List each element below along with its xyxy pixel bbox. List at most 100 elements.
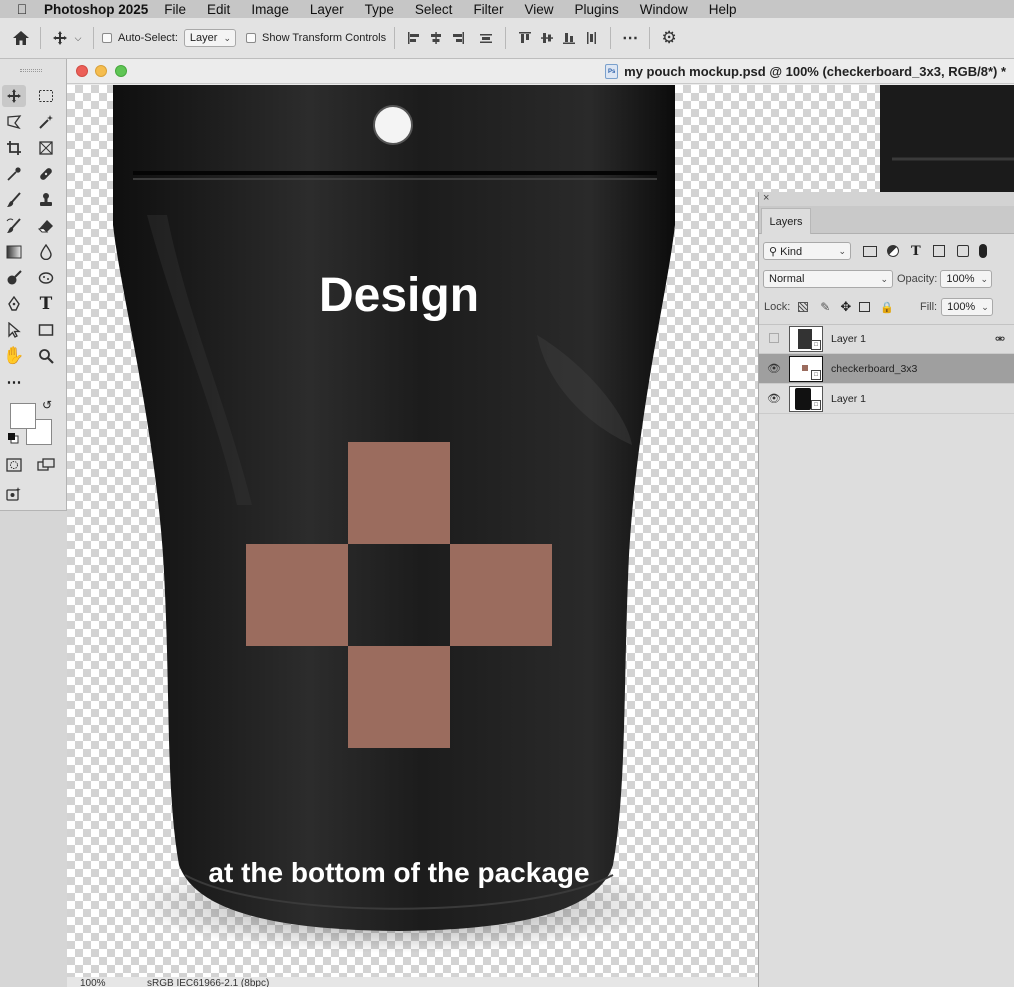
layer-row[interactable]: 👁 □ Layer 1 bbox=[759, 384, 1014, 414]
filter-kind-dropdown[interactable]: ⚲ Kind ⌄ bbox=[763, 242, 851, 260]
menu-type[interactable]: Type bbox=[365, 2, 394, 17]
eye-icon[interactable]: 👁 bbox=[759, 362, 789, 375]
type-tool-icon[interactable]: T bbox=[34, 293, 58, 315]
screen-mode-icon[interactable] bbox=[34, 454, 58, 476]
foreground-color-swatch[interactable] bbox=[10, 403, 36, 429]
document-title-bar[interactable]: Ps my pouch mockup.psd @ 100% (checkerbo… bbox=[67, 59, 1014, 84]
lock-artboard-icon[interactable] bbox=[859, 302, 871, 312]
lock-label: Lock: bbox=[764, 301, 791, 313]
layer-name: checkerboard_3x3 bbox=[831, 362, 918, 375]
pattern-square-bottom bbox=[348, 646, 450, 748]
lock-transparent-icon[interactable] bbox=[798, 302, 809, 312]
pouch-hang-hole bbox=[373, 105, 413, 145]
rectangle-tool-icon[interactable] bbox=[34, 319, 58, 341]
chevron-down-icon: ⌄ bbox=[981, 301, 989, 312]
hand-tool-icon[interactable]: ✋ bbox=[2, 345, 26, 367]
opacity-label: Opacity: bbox=[897, 273, 938, 285]
lock-position-icon[interactable]: ✥ bbox=[840, 299, 851, 315]
blend-mode-dropdown[interactable]: Normal ⌄ bbox=[763, 270, 893, 288]
menu-help[interactable]: Help bbox=[709, 2, 737, 17]
swap-colors-icon[interactable]: ↺ bbox=[38, 397, 56, 413]
zoom-level[interactable]: 100% bbox=[80, 978, 106, 987]
align-left-icon[interactable] bbox=[403, 27, 425, 49]
close-panel-icon[interactable]: × bbox=[763, 192, 769, 204]
eyedropper-tool-icon[interactable] bbox=[2, 163, 26, 185]
clone-stamp-tool-icon[interactable] bbox=[34, 189, 58, 211]
auto-select-checkbox[interactable] bbox=[102, 33, 112, 43]
menu-select[interactable]: Select bbox=[415, 2, 453, 17]
menu-layer[interactable]: Layer bbox=[310, 2, 344, 17]
generative-edit-icon[interactable] bbox=[2, 483, 26, 505]
distribute-horizontal-icon[interactable] bbox=[475, 27, 497, 49]
magic-wand-tool-icon[interactable] bbox=[34, 111, 58, 133]
menu-view[interactable]: View bbox=[524, 2, 553, 17]
search-icon: ⚲ bbox=[769, 245, 778, 258]
menu-image[interactable]: Image bbox=[251, 2, 289, 17]
menu-bar:  Photoshop 2025 File Edit Image Layer T… bbox=[0, 0, 1014, 18]
zoom-tool-icon[interactable] bbox=[34, 345, 58, 367]
panel-grip[interactable] bbox=[20, 69, 42, 72]
menu-plugins[interactable]: Plugins bbox=[574, 2, 618, 17]
distribute-vertical-icon[interactable] bbox=[580, 27, 602, 49]
more-options-icon[interactable]: ⋯ bbox=[619, 27, 641, 49]
dodge-tool-icon[interactable] bbox=[2, 267, 26, 289]
layer-row[interactable]: □ Layer 1 ⚮ bbox=[759, 324, 1014, 354]
adjustment-layer-filter-icon[interactable] bbox=[887, 245, 899, 257]
menu-file[interactable]: File bbox=[164, 2, 186, 17]
history-brush-tool-icon[interactable] bbox=[2, 215, 26, 237]
align-middle-icon[interactable] bbox=[536, 27, 558, 49]
default-colors-icon[interactable] bbox=[6, 431, 20, 445]
marquee-tool-icon[interactable] bbox=[34, 85, 58, 107]
pen-tool-icon[interactable] bbox=[2, 293, 26, 315]
eraser-tool-icon[interactable] bbox=[34, 215, 58, 237]
brush-tool-icon[interactable] bbox=[2, 189, 26, 211]
align-top-icon[interactable] bbox=[514, 27, 536, 49]
align-center-h-icon[interactable] bbox=[425, 27, 447, 49]
layer-visibility-toggle[interactable] bbox=[759, 332, 789, 346]
frame-tool-icon[interactable] bbox=[34, 137, 58, 159]
menu-filter[interactable]: Filter bbox=[473, 2, 503, 17]
eye-icon[interactable]: 👁 bbox=[759, 392, 789, 405]
chevron-down-icon[interactable]: ⌵ bbox=[71, 27, 85, 49]
menu-window[interactable]: Window bbox=[640, 2, 688, 17]
tab-layers[interactable]: Layers bbox=[761, 208, 811, 234]
color-profile[interactable]: sRGB IEC61966-2.1 (8bpc) bbox=[147, 978, 269, 987]
type-layer-filter-icon[interactable]: T bbox=[911, 244, 921, 259]
blur-tool-icon[interactable] bbox=[34, 241, 58, 263]
path-selection-tool-icon[interactable] bbox=[2, 319, 26, 341]
shape-layer-filter-icon[interactable] bbox=[932, 245, 945, 257]
auto-select-target-dropdown[interactable]: Layer ⌄ bbox=[183, 29, 236, 47]
more-tools-icon[interactable]: ⋯ bbox=[2, 371, 26, 393]
opacity-input[interactable]: 100% ⌄ bbox=[940, 270, 993, 288]
fill-input[interactable]: 100% ⌄ bbox=[941, 298, 994, 316]
zoom-window-button[interactable] bbox=[115, 65, 127, 77]
smart-object-filter-icon[interactable] bbox=[956, 245, 969, 257]
apple-menu-icon[interactable]:  bbox=[0, 1, 44, 17]
sponge-tool-icon[interactable] bbox=[34, 267, 58, 289]
align-right-icon[interactable] bbox=[447, 27, 469, 49]
align-bottom-icon[interactable] bbox=[558, 27, 580, 49]
show-transform-checkbox[interactable] bbox=[246, 33, 256, 43]
lock-all-icon[interactable]: 🔒 bbox=[880, 301, 894, 314]
gradient-tool-icon[interactable] bbox=[2, 241, 26, 263]
lasso-tool-icon[interactable] bbox=[2, 111, 26, 133]
quick-mask-icon[interactable] bbox=[2, 454, 26, 476]
gear-icon[interactable]: ⚙ bbox=[658, 27, 680, 49]
crop-tool-icon[interactable] bbox=[2, 137, 26, 159]
home-icon[interactable] bbox=[10, 27, 32, 49]
lock-pixels-icon[interactable]: ✎ bbox=[820, 300, 830, 314]
filter-toggle-icon[interactable] bbox=[978, 244, 987, 258]
minimize-window-button[interactable] bbox=[95, 65, 107, 77]
design-text: Design bbox=[318, 269, 480, 322]
layer-link-icon[interactable]: ⚮ bbox=[995, 332, 1005, 346]
chevron-down-icon: ⌄ bbox=[980, 273, 989, 284]
close-window-button[interactable] bbox=[76, 65, 88, 77]
move-tool-icon[interactable] bbox=[2, 85, 26, 107]
layer-row-selected[interactable]: 👁 □ checkerboard_3x3 bbox=[759, 354, 1014, 384]
app-menu[interactable]: Photoshop 2025 bbox=[44, 2, 148, 17]
pixel-layer-filter-icon[interactable] bbox=[863, 245, 877, 257]
smart-object-icon: □ bbox=[811, 369, 821, 380]
move-tool-icon[interactable] bbox=[49, 27, 71, 49]
menu-edit[interactable]: Edit bbox=[207, 2, 230, 17]
healing-brush-tool-icon[interactable] bbox=[34, 163, 58, 185]
